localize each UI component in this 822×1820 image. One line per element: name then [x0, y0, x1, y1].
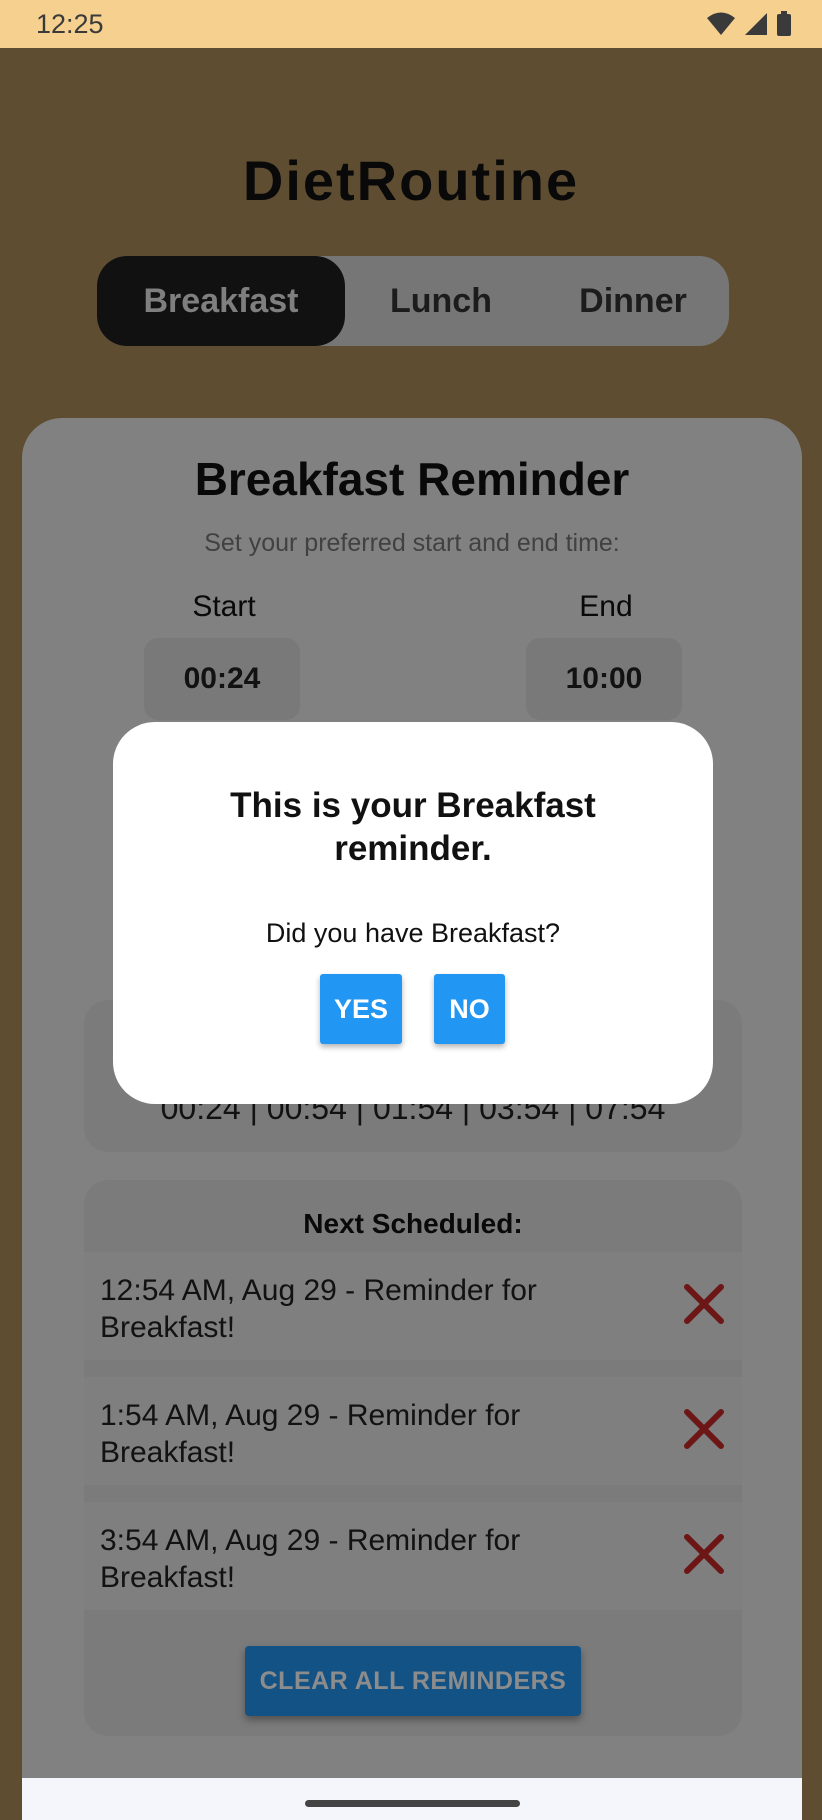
dialog-message: Did you have Breakfast? — [265, 918, 561, 948]
no-button[interactable]: NO — [434, 974, 505, 1044]
signal-icon — [745, 13, 767, 35]
dialog-title: This is your Breakfast reminder. — [230, 786, 596, 868]
reminder-dialog: This is your Breakfast reminder. Did you… — [113, 722, 713, 1104]
navigation-bar — [22, 1778, 802, 1820]
wifi-icon — [707, 12, 735, 35]
battery-icon — [777, 11, 791, 36]
home-indicator[interactable] — [305, 1800, 520, 1807]
status-bar: 12:25 — [0, 0, 822, 48]
status-time: 12:25 — [36, 8, 104, 39]
status-icons — [706, 11, 792, 37]
yes-button[interactable]: YES — [320, 974, 402, 1044]
